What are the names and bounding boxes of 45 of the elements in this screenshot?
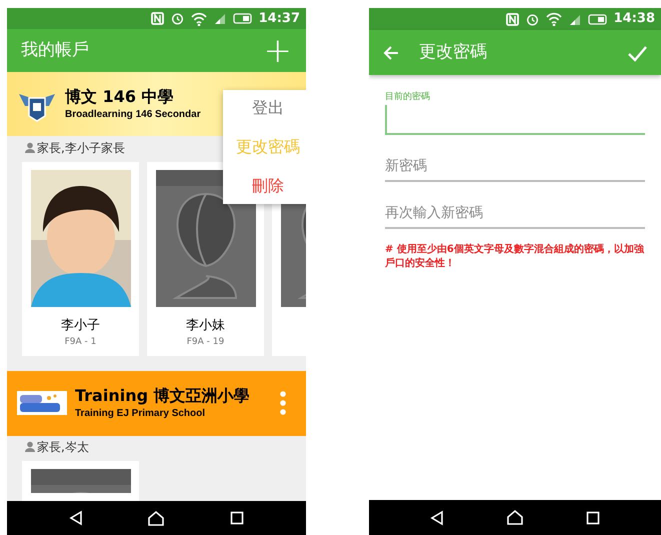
- password-field[interactable]: [385, 104, 645, 134]
- wifi-icon: [190, 12, 207, 26]
- student-name: 李小妹: [186, 317, 225, 336]
- menu-item[interactable]: 登出: [252, 96, 284, 120]
- status-time: 14:37: [258, 10, 300, 28]
- more-icon: [280, 391, 286, 416]
- student-class: F9A - 19: [186, 336, 224, 349]
- signal-icon: [568, 12, 581, 26]
- back-icon: [430, 510, 444, 526]
- home-icon: [147, 510, 166, 527]
- school-banner[interactable]: Training 博文亞洲小學 Training EJ Primary School: [7, 371, 306, 436]
- signal-icon: [214, 12, 226, 26]
- alarm-icon: [526, 12, 539, 26]
- battery-icon: [232, 13, 252, 24]
- recents-icon: [586, 510, 600, 524]
- alarm-icon: [170, 12, 184, 26]
- battery-icon: [588, 14, 607, 24]
- parent-label: 家長,李小子家長: [37, 140, 125, 157]
- password-field[interactable]: 再次輸入新密碼: [385, 198, 645, 228]
- school-english-name: Broadlearning 146 Secondar: [65, 108, 201, 122]
- screen-title: 我的帳戶: [21, 38, 89, 62]
- student-class: F9A - 1: [64, 336, 96, 349]
- school-name: Training 博文亞洲小學: [75, 386, 250, 406]
- nfc-icon: [150, 12, 164, 26]
- user-icon: [25, 441, 35, 452]
- field-label: 目前的密碼: [385, 91, 431, 104]
- password-hint: # 使用至少由6個英文字母及數字混合組成的密碼，以加強戶口的安全性！: [385, 242, 645, 270]
- school-name: 博文 146 中學: [65, 86, 175, 107]
- nfc-icon: [506, 12, 519, 26]
- back-icon: [69, 510, 84, 526]
- recents-icon: [230, 511, 244, 526]
- user-icon: [25, 142, 35, 154]
- wifi-icon: [546, 12, 562, 26]
- password-field[interactable]: 新密碼: [385, 152, 645, 182]
- parent-label: 家長,岑太: [37, 438, 89, 456]
- student-name: 李小子: [61, 317, 100, 336]
- school-logo-icon: [17, 391, 67, 416]
- confirm-check-icon: [627, 44, 647, 62]
- school-english-name: Training EJ Primary School: [75, 406, 206, 421]
- status-time: 14:38: [614, 10, 655, 28]
- back-arrow-icon: [383, 44, 399, 60]
- student-card[interactable]: 李小子 F9A - 1: [22, 162, 139, 356]
- home-icon: [506, 509, 524, 526]
- screen-title: 更改密碼: [419, 40, 487, 64]
- student-card[interactable]: [22, 461, 139, 502]
